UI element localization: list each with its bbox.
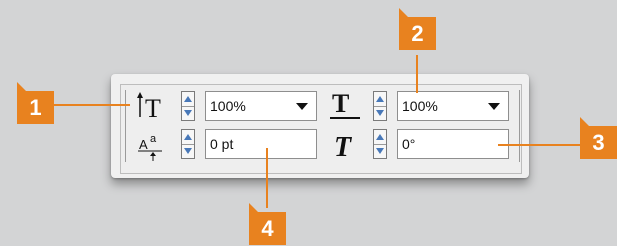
callout-2-notch [399, 8, 409, 18]
skew-icon: T [330, 129, 366, 163]
baseline-shift-field[interactable]: 0 pt [205, 129, 317, 159]
svg-text:T: T [334, 132, 353, 161]
horizontal-scale-icon: T [328, 89, 364, 122]
callout-3-leader [498, 144, 580, 146]
vertical-scale-icon: T [136, 90, 172, 123]
skew-field[interactable]: 0° [397, 129, 509, 159]
baseline-shift-decrement[interactable] [182, 144, 194, 158]
baseline-shift-increment[interactable] [182, 130, 194, 145]
callout-1-label: 1 [29, 95, 42, 120]
callout-4: 4 [249, 203, 286, 245]
vertical-scale-field[interactable]: 100% [205, 91, 317, 121]
horizontal-scale-decrement[interactable] [374, 106, 386, 120]
panel-left-divider [125, 90, 126, 162]
callout-4-notch [249, 203, 259, 213]
baseline-shift-stepper[interactable] [181, 129, 195, 159]
horizontal-scale-dropdown-icon[interactable] [488, 103, 500, 110]
callout-3-label: 3 [592, 130, 605, 155]
skew-stepper[interactable] [373, 129, 387, 159]
vertical-scale-decrement[interactable] [182, 106, 194, 120]
callout-1-leader [54, 104, 130, 106]
callout-2-label: 2 [411, 21, 424, 46]
callout-3-notch [580, 117, 590, 127]
callout-2: 2 [399, 8, 436, 50]
svg-text:T: T [145, 94, 161, 122]
callout-4-label: 4 [261, 216, 274, 241]
vertical-scale-increment[interactable] [182, 92, 194, 107]
callout-1-notch [17, 82, 27, 92]
panel-right-divider [519, 90, 520, 162]
svg-text:a: a [150, 133, 157, 145]
vertical-scale-stepper[interactable] [181, 91, 195, 121]
baseline-shift-icon: A a [138, 130, 174, 162]
vertical-scale-value: 100% [210, 98, 246, 114]
baseline-shift-value: 0 pt [210, 136, 234, 152]
callout-2-leader [416, 55, 418, 93]
callout-3: 3 [580, 117, 617, 159]
callout-1: 1 [17, 82, 54, 124]
horizontal-scale-increment[interactable] [374, 92, 386, 107]
horizontal-scale-field[interactable]: 100% [397, 91, 509, 121]
skew-value: 0° [402, 136, 416, 152]
svg-text:T: T [332, 90, 349, 118]
horizontal-scale-stepper[interactable] [373, 91, 387, 121]
horizontal-scale-value: 100% [402, 98, 438, 114]
callout-4-leader [266, 148, 268, 208]
vertical-scale-dropdown-icon[interactable] [296, 103, 308, 110]
skew-decrement[interactable] [374, 144, 386, 158]
skew-increment[interactable] [374, 130, 386, 145]
svg-text:A: A [139, 137, 148, 152]
